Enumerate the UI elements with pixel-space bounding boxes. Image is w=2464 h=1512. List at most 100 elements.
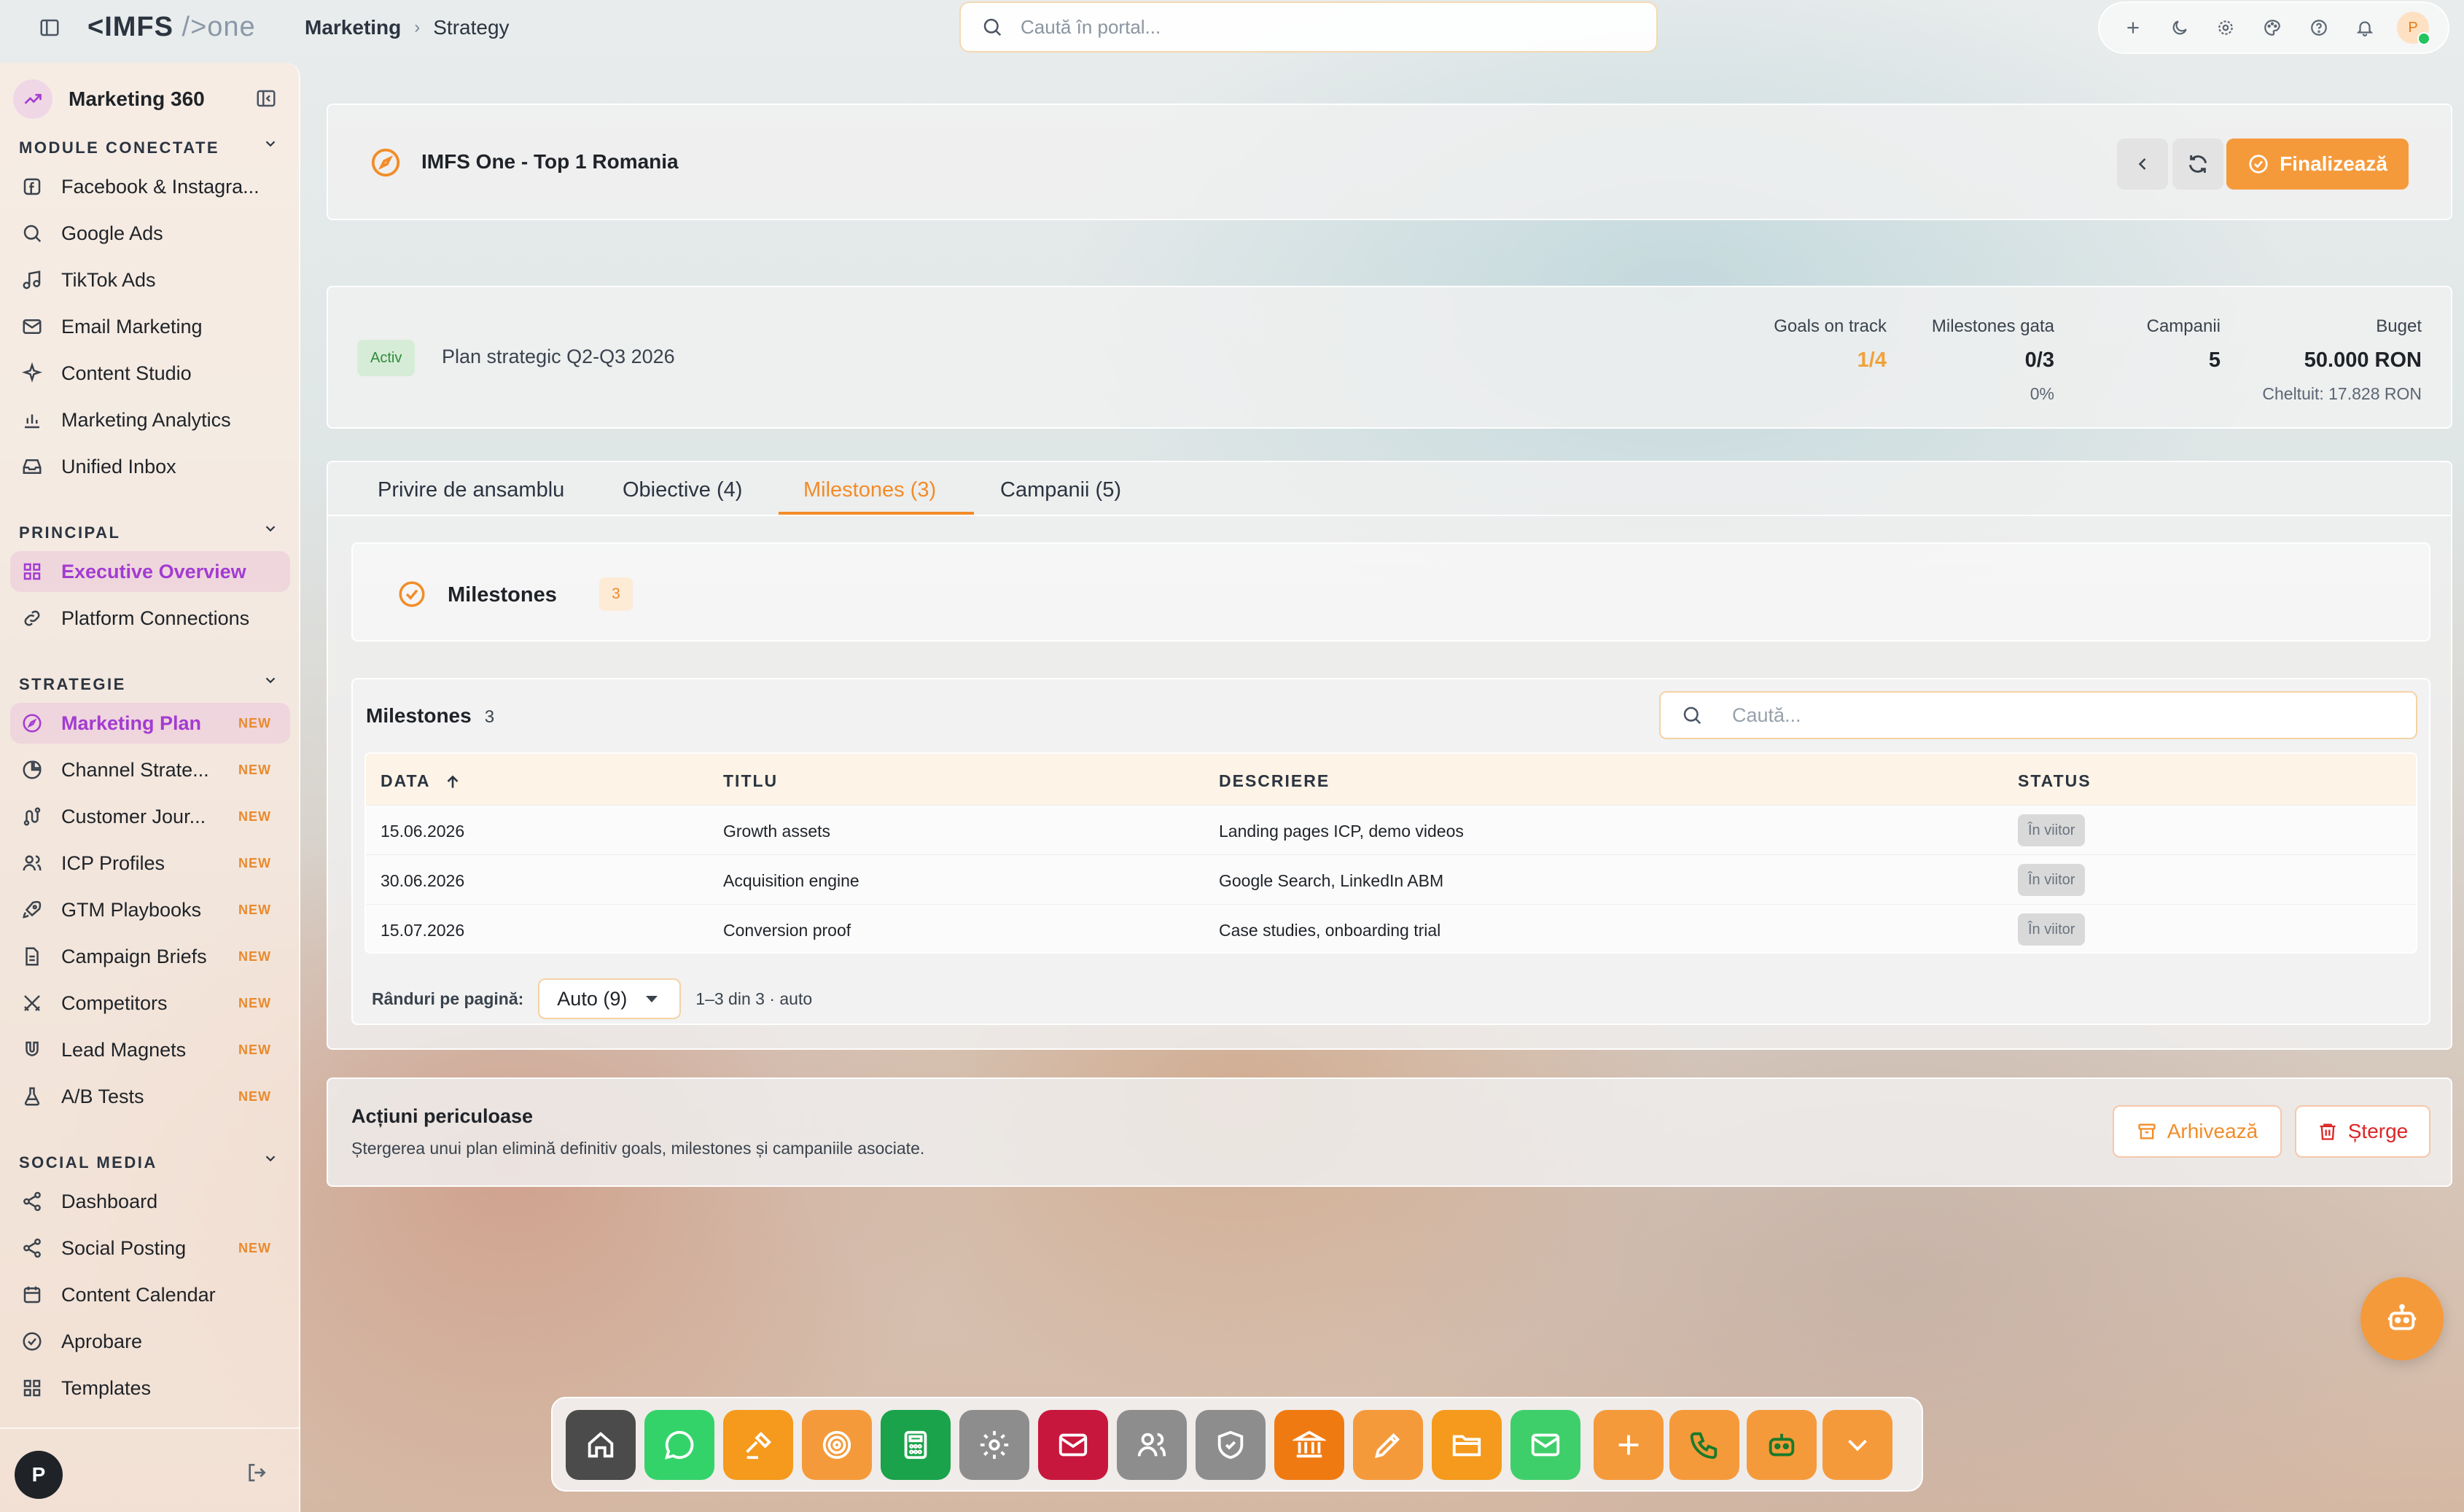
sidebar-item-tiktok-ads[interactable]: TikTok Ads bbox=[10, 260, 290, 300]
collapse-sidebar-icon[interactable] bbox=[255, 87, 277, 113]
tab-campaigns[interactable]: Campanii (5) bbox=[1000, 478, 1121, 502]
sidebar-item-content-calendar[interactable]: Content Calendar bbox=[10, 1274, 290, 1315]
dock-app-home-icon[interactable] bbox=[566, 1410, 636, 1480]
rocket-icon bbox=[19, 897, 45, 923]
table-row[interactable]: 30.06.2026 Acquisition engine Google Sea… bbox=[366, 854, 2416, 904]
table-row[interactable]: 15.06.2026 Growth assets Landing pages I… bbox=[366, 805, 2416, 854]
dock-app-users-icon[interactable] bbox=[1117, 1410, 1187, 1480]
sidebar-section-heading[interactable]: MODULE CONECTATE bbox=[19, 139, 219, 157]
dock-app-calculator-icon[interactable] bbox=[881, 1410, 951, 1480]
table-search-input[interactable]: Caută... bbox=[1659, 691, 2417, 739]
sidebar-item-gtm-playbooks[interactable]: GTM Playbooks NEW bbox=[10, 889, 290, 930]
sidebar-item-email-marketing[interactable]: Email Marketing bbox=[10, 306, 290, 347]
plus-icon[interactable] bbox=[2118, 13, 2148, 42]
table-row[interactable]: 15.07.2026 Conversion proof Case studies… bbox=[366, 904, 2416, 952]
sidebar-item-a-b-tests[interactable]: A/B Tests NEW bbox=[10, 1076, 290, 1117]
new-badge: NEW bbox=[238, 715, 271, 730]
global-search-input[interactable]: Caută în portal... bbox=[959, 1, 1658, 52]
target-icon bbox=[822, 1430, 851, 1460]
sidebar-item-campaign-briefs[interactable]: Campaign Briefs NEW bbox=[10, 936, 290, 977]
palette-icon[interactable] bbox=[2258, 13, 2287, 42]
moon-icon[interactable] bbox=[2165, 13, 2194, 42]
active-tab-indicator bbox=[779, 512, 974, 515]
sidebar-item-channel-strate[interactable]: Channel Strate... NEW bbox=[10, 749, 290, 790]
sidebar-section-heading[interactable]: STRATEGIE bbox=[19, 675, 126, 694]
robot-icon bbox=[2387, 1303, 2417, 1330]
dock-app-mail-icon[interactable] bbox=[1038, 1410, 1108, 1480]
bell-icon[interactable] bbox=[2350, 13, 2379, 42]
dock-app-shield-icon[interactable] bbox=[1196, 1410, 1266, 1480]
dock-app-chevron-down-icon[interactable] bbox=[1822, 1410, 1892, 1480]
logout-icon[interactable] bbox=[245, 1461, 268, 1488]
sidebar-item-label: Competitors bbox=[61, 991, 168, 1014]
dock-app-phone-icon[interactable] bbox=[1669, 1410, 1739, 1480]
dock-app-plus-icon[interactable] bbox=[1594, 1410, 1664, 1480]
chevron-down-icon[interactable] bbox=[262, 521, 278, 541]
column-header-title[interactable]: TITLU bbox=[723, 771, 778, 791]
sidebar-item-label: Social Posting bbox=[61, 1236, 187, 1259]
sidebar-item-icp-profiles[interactable]: ICP Profiles NEW bbox=[10, 843, 290, 884]
dock-app-chat-icon[interactable] bbox=[644, 1410, 714, 1480]
column-header-status[interactable]: STATUS bbox=[2018, 771, 2091, 791]
sidebar-toggle-icon[interactable] bbox=[36, 15, 63, 41]
sidebar-item-lead-magnets[interactable]: Lead Magnets NEW bbox=[10, 1029, 290, 1070]
sidebar-item-unified-inbox[interactable]: Unified Inbox bbox=[10, 446, 290, 487]
sidebar-item-marketing-analytics[interactable]: Marketing Analytics bbox=[10, 400, 290, 440]
sidebar-item-marketing-plan[interactable]: Marketing Plan NEW bbox=[10, 703, 290, 744]
breadcrumb-item[interactable]: Marketing bbox=[305, 16, 401, 39]
sidebar-section-heading[interactable]: SOCIAL MEDIA bbox=[19, 1153, 157, 1172]
dock-app-mail-icon[interactable] bbox=[1510, 1410, 1580, 1480]
share-icon bbox=[19, 1188, 45, 1215]
plan-title: IMFS One - Top 1 Romania bbox=[421, 150, 679, 173]
stat-goals: Goals on track 1/4 bbox=[1774, 316, 1887, 372]
sidebar-item-platform-connections[interactable]: Platform Connections bbox=[10, 598, 290, 639]
sidebar-section-heading[interactable]: PRINCIPAL bbox=[19, 523, 120, 542]
assistant-robot-button[interactable] bbox=[2360, 1277, 2444, 1360]
chevron-down-icon[interactable] bbox=[262, 672, 278, 693]
user-avatar[interactable]: P bbox=[15, 1451, 63, 1499]
column-header-description[interactable]: DESCRIERE bbox=[1219, 771, 1330, 791]
dock-app-target-icon[interactable] bbox=[802, 1410, 872, 1480]
sidebar-item-content-studio[interactable]: Content Studio bbox=[10, 353, 290, 394]
user-avatar[interactable]: P bbox=[2397, 12, 2431, 45]
sidebar-item-social-posting[interactable]: Social Posting NEW bbox=[10, 1228, 290, 1269]
tab-overview[interactable]: Privire de ansamblu bbox=[378, 478, 564, 502]
delete-button[interactable]: Șterge bbox=[2295, 1105, 2430, 1158]
refresh-button[interactable] bbox=[2172, 139, 2223, 190]
dock-app-robot-icon[interactable] bbox=[1747, 1410, 1817, 1480]
sidebar-item-label: Content Calendar bbox=[61, 1283, 216, 1306]
sidebar-item-label: Platform Connections bbox=[61, 607, 250, 629]
chevron-down-icon[interactable] bbox=[262, 136, 278, 156]
back-button[interactable] bbox=[2117, 139, 2168, 190]
sidebar-item-google-ads[interactable]: Google Ads bbox=[10, 213, 290, 254]
dock-app-folder-icon[interactable] bbox=[1432, 1410, 1502, 1480]
rows-per-page-select[interactable]: Auto (9) bbox=[538, 978, 682, 1019]
sidebar-item-aprobare[interactable]: Aprobare bbox=[10, 1321, 290, 1362]
sidebar-item-facebook-instagra[interactable]: Facebook & Instagra... bbox=[10, 166, 290, 207]
sidebar-item-customer-jour[interactable]: Customer Jour... NEW bbox=[10, 796, 290, 837]
new-badge: NEW bbox=[238, 808, 271, 824]
tab-objectives[interactable]: Obiective (4) bbox=[623, 478, 742, 502]
column-header-date[interactable]: DATA bbox=[381, 771, 462, 792]
app-logo[interactable]: <IMFS />one bbox=[87, 12, 256, 43]
sidebar-item-competitors[interactable]: Competitors NEW bbox=[10, 983, 290, 1024]
archive-button[interactable]: Arhivează bbox=[2113, 1105, 2282, 1158]
sidebar-item-label: Executive Overview bbox=[61, 560, 246, 582]
inbox-icon bbox=[19, 453, 45, 480]
chevron-down-icon[interactable] bbox=[262, 1150, 278, 1171]
gear-icon[interactable] bbox=[2211, 13, 2240, 42]
sidebar-item-executive-overview[interactable]: Executive Overview bbox=[10, 551, 290, 592]
breadcrumb: Marketing › Strategy bbox=[305, 16, 510, 39]
help-icon[interactable] bbox=[2304, 13, 2334, 42]
finalize-button[interactable]: Finalizează bbox=[2226, 139, 2409, 190]
sidebar-item-templates[interactable]: Templates bbox=[10, 1368, 290, 1408]
sidebar-item-dashboard[interactable]: Dashboard bbox=[10, 1181, 290, 1222]
top-actions: P bbox=[2098, 1, 2449, 54]
dock-app-pen-icon[interactable] bbox=[1353, 1410, 1423, 1480]
dock-app-gavel-icon[interactable] bbox=[723, 1410, 793, 1480]
sidebar-item-label: Marketing Analytics bbox=[61, 408, 231, 431]
dock-app-bank-icon[interactable] bbox=[1274, 1410, 1344, 1480]
dock-app-gear-icon[interactable] bbox=[959, 1410, 1029, 1480]
plan-subtitle: Plan strategic Q2-Q3 2026 bbox=[442, 346, 675, 367]
tab-milestones[interactable]: Milestones (3) bbox=[803, 478, 936, 502]
